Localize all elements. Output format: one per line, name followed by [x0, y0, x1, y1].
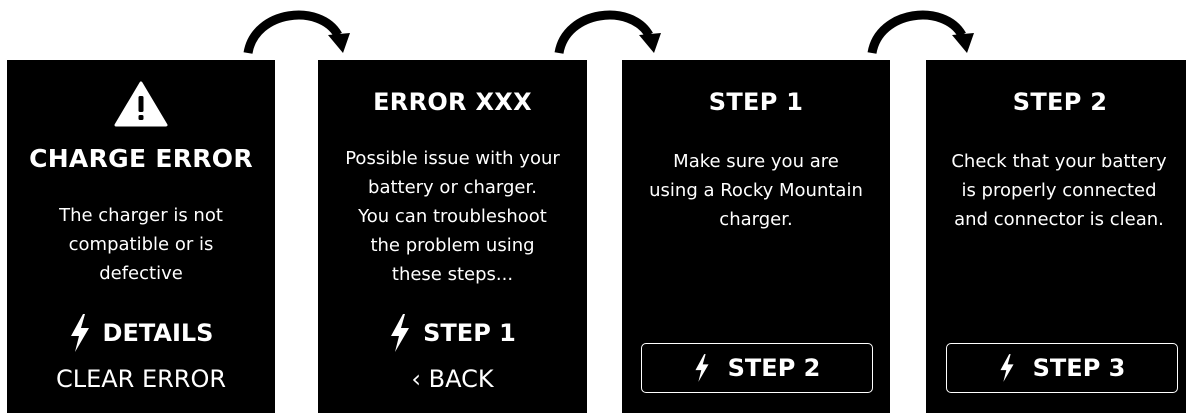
charge-error-screen: CHARGE ERROR The charger is not compatib…: [7, 60, 275, 413]
curved-arrow-icon: [554, 10, 661, 55]
details-label: DETAILS: [102, 319, 214, 347]
clear-error-button[interactable]: CLEAR ERROR: [7, 365, 275, 393]
step-1-button[interactable]: STEP 1: [318, 314, 587, 352]
lightning-bolt-icon: [695, 354, 709, 382]
lightning-bolt-icon: [70, 314, 89, 352]
step-1-screen: STEP 1 Make sure you are using a Rocky M…: [622, 60, 890, 413]
curved-arrow-icon: [243, 10, 350, 55]
screen-message: Check that your battery is properly conn…: [951, 151, 1167, 230]
error-detail-screen: ERROR XXX Possible issue with your batte…: [318, 60, 587, 413]
screen-title: STEP 2: [1012, 88, 1108, 116]
warning-triangle-icon: [114, 81, 168, 127]
step-1-label: STEP 1: [423, 319, 516, 347]
curved-arrow-icon: [867, 10, 974, 55]
lightning-bolt-icon: [1000, 354, 1014, 382]
back-button[interactable]: ‹ BACK: [318, 365, 587, 393]
screen-message: Make sure you are using a Rocky Mountain…: [649, 151, 863, 230]
details-button[interactable]: DETAILS: [7, 314, 275, 352]
step-2-label: STEP 2: [727, 354, 821, 382]
screen-title: STEP 1: [708, 88, 804, 116]
step-2-button[interactable]: STEP 2: [641, 343, 873, 393]
screen-title: ERROR XXX: [373, 88, 532, 116]
screen-title: CHARGE ERROR: [29, 144, 253, 173]
lightning-bolt-icon: [391, 314, 410, 352]
step-3-label: STEP 3: [1032, 354, 1126, 382]
step-3-button[interactable]: STEP 3: [946, 343, 1178, 393]
step-2-screen: STEP 2 Check that your battery is proper…: [926, 60, 1186, 413]
screen-message: Possible issue with your battery or char…: [345, 148, 560, 285]
screen-message: The charger is not compatible or is defe…: [59, 205, 223, 284]
